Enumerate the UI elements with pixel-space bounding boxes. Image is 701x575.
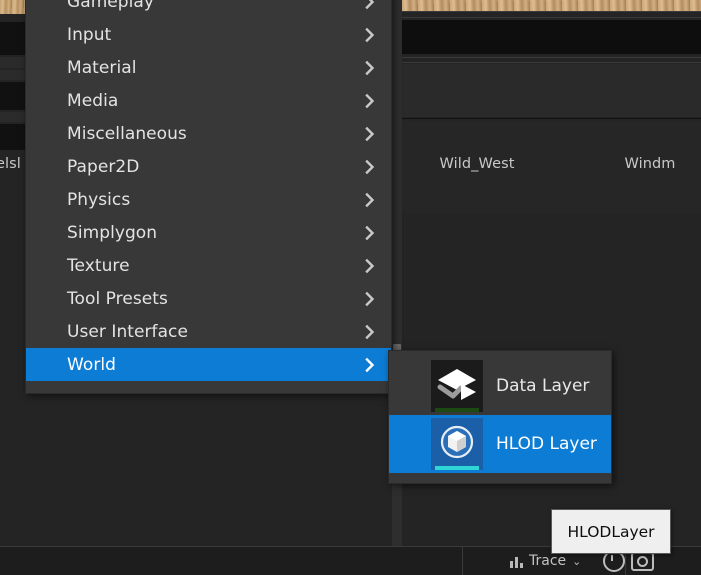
chevron-right-icon <box>365 357 375 372</box>
submenu-item-hlod-layer[interactable]: HLOD Layer <box>389 415 611 473</box>
menu-item-miscellaneous[interactable]: Miscellaneous <box>26 117 391 150</box>
chevron-right-icon <box>365 324 375 339</box>
asset-name-label: Windm <box>624 156 676 172</box>
menu-item-label: Gameplay <box>67 0 155 12</box>
menu-item-label: World <box>67 354 116 375</box>
panel-band-2 <box>0 57 26 68</box>
chevron-right-icon <box>365 225 375 240</box>
menu-item-label: Simplygon <box>67 222 158 243</box>
chevron-right-icon <box>365 60 375 75</box>
lower-left-panel <box>0 394 392 547</box>
panel-band-4 <box>0 82 26 110</box>
divider-2 <box>402 57 701 58</box>
chevron-right-icon <box>365 27 375 42</box>
chevron-right-icon <box>365 0 375 9</box>
screenshot-icon[interactable] <box>631 551 655 571</box>
submenu-item-data-layer[interactable]: Data Layer <box>389 357 611 415</box>
asset-type-accent-bar <box>435 466 479 470</box>
asset-grey-row <box>402 64 701 117</box>
bar-chart-icon <box>510 555 523 568</box>
menu-item-label: Texture <box>67 255 130 276</box>
data-layer-icon <box>431 360 483 412</box>
divider-1 <box>402 17 701 18</box>
menu-item-physics[interactable]: Physics <box>26 183 391 216</box>
menu-item-media[interactable]: Media <box>26 84 391 117</box>
asset-thumbnail-wood <box>0 0 26 14</box>
menu-item-paper2d[interactable]: Paper2D <box>26 150 391 183</box>
status-separator-1 <box>462 547 463 575</box>
panel-band-5 <box>0 112 26 122</box>
submenu-item-label: Data Layer <box>496 376 590 396</box>
chevron-right-icon <box>365 291 375 306</box>
chevron-right-icon <box>365 126 375 141</box>
clipped-asset-label: elsl <box>0 156 21 172</box>
divider-4 <box>402 118 701 119</box>
menu-item-texture[interactable]: Texture <box>26 249 391 282</box>
submenu-item-label: HLOD Layer <box>496 434 597 454</box>
panel-band-6 <box>0 124 26 150</box>
create-advanced-asset-menu[interactable]: Gameplay Input Material Media Miscellaneous P… <box>25 0 392 394</box>
menu-item-input[interactable]: Input <box>26 18 391 51</box>
menu-item-label: User Interface <box>67 321 188 342</box>
menu-item-tool-presets[interactable]: Tool Presets <box>26 282 391 315</box>
menu-item-user-interface[interactable]: User Interface <box>26 315 391 348</box>
panel-band-3 <box>0 70 26 80</box>
vertical-scrollbar[interactable] <box>392 0 402 575</box>
asset-type-accent-bar <box>435 408 479 412</box>
menu-item-simplygon[interactable]: Simplygon <box>26 216 391 249</box>
panel-band-1 <box>0 22 26 55</box>
chevron-down-icon[interactable]: ⌄ <box>572 556 581 567</box>
viewport-black-row <box>402 20 701 54</box>
menu-item-world[interactable]: World <box>26 348 391 381</box>
menu-item-gameplay[interactable]: Gameplay <box>26 0 391 18</box>
menu-item-label: Paper2D <box>67 156 140 177</box>
menu-item-label: Physics <box>67 189 131 210</box>
hlod-layer-icon <box>431 418 483 470</box>
hlod-layer-tooltip: HLODLayer <box>551 509 671 554</box>
menu-item-material[interactable]: Material <box>26 51 391 84</box>
menu-item-label: Miscellaneous <box>67 123 187 144</box>
chevron-right-icon <box>365 192 375 207</box>
chevron-right-icon <box>365 159 375 174</box>
menu-item-label: Media <box>67 90 119 111</box>
asset-name-label: Wild_West <box>439 156 515 172</box>
menu-item-label: Material <box>67 57 137 78</box>
trace-label[interactable]: Trace <box>529 553 566 569</box>
tooltip-text: HLODLayer <box>567 522 655 541</box>
chevron-right-icon <box>365 258 375 273</box>
world-submenu[interactable]: Data Layer HLOD Layer <box>388 350 612 484</box>
asset-thumbnail-row <box>402 0 701 12</box>
chevron-right-icon <box>365 93 375 108</box>
menu-item-label: Input <box>67 24 112 45</box>
divider-3 <box>402 62 701 63</box>
menu-item-label: Tool Presets <box>67 288 168 309</box>
